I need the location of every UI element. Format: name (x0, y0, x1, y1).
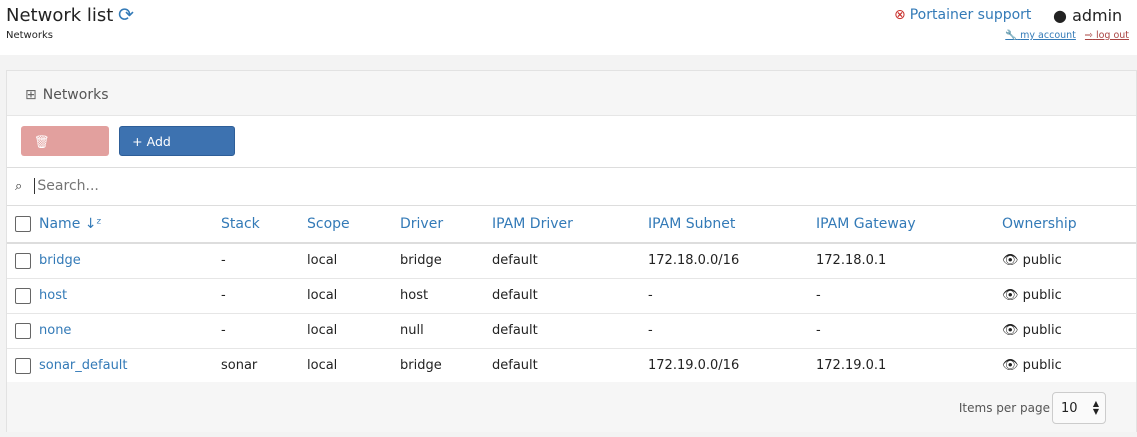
table-row: bridge - local bridge default 172.18.0.0/16 17… (7, 243, 1136, 279)
cell-ipam-driver: default (492, 348, 648, 384)
ownership-label: public (1022, 288, 1062, 303)
cell-scope: local (307, 278, 400, 314)
cell-ipam-driver: default (492, 243, 648, 279)
cell-ipam-subnet: 172.19.0.0/16 (648, 348, 816, 384)
remove-button[interactable]: 🗑 Remove (21, 126, 109, 179)
row-checkbox[interactable] (15, 357, 31, 374)
cell-driver: bridge (400, 348, 492, 384)
column-ipam-subnet[interactable]: IPAM Subnet (648, 206, 816, 244)
row-checkbox[interactable] (15, 322, 31, 339)
page-title: Network list (6, 5, 114, 26)
eye-icon: 👁 (1002, 358, 1019, 373)
cell-ipam-gateway: - (816, 278, 1002, 314)
cell-driver: bridge (400, 243, 492, 279)
networks-widget: ⊞ Networks 🗑 Remove + Add network ⌕ Name … (6, 70, 1137, 432)
cell-driver: null (400, 313, 492, 349)
life-ring-icon: ⊗ (894, 7, 906, 23)
column-ipam-gateway[interactable]: IPAM Gateway (816, 206, 1002, 244)
cell-ownership: 👁 public (1002, 313, 1136, 349)
ownership-label: public (1022, 358, 1062, 373)
column-stack[interactable]: Stack (221, 206, 307, 244)
cell-ipam-gateway: - (816, 313, 1002, 349)
support-label: Portainer support (909, 7, 1032, 23)
sitemap-icon: ⊞ (25, 87, 37, 103)
trash-icon: 🗑 (34, 134, 50, 149)
column-label: Name (39, 216, 81, 232)
table-row: host - local host default - - 👁 public (7, 278, 1136, 314)
my-account-label: my account (1020, 30, 1076, 41)
log-out-link[interactable]: ⇨ log out (1085, 30, 1129, 41)
widget-header: ⊞ Networks (7, 71, 1136, 116)
row-checkbox[interactable] (15, 252, 31, 269)
cell-scope: local (307, 243, 400, 279)
cell-stack: - (221, 243, 307, 279)
cell-scope: local (307, 348, 400, 384)
cell-ipam-subnet: - (648, 313, 816, 349)
breadcrumb: Networks (6, 30, 53, 41)
cell-stack: - (221, 278, 307, 314)
cell-scope: local (307, 313, 400, 349)
column-name[interactable]: Name ↓ᶻ (39, 206, 221, 244)
add-network-button[interactable]: + Add network (119, 126, 236, 179)
items-per-page-value: 10 (1061, 401, 1078, 416)
cell-ipam-gateway: 172.19.0.1 (816, 348, 1002, 384)
table-footer: Items per page 10 ▲ ▼ (7, 382, 1136, 432)
cell-stack: - (221, 313, 307, 349)
search-icon: ⌕ (15, 179, 23, 194)
cell-ipam-subnet: 172.18.0.0/16 (648, 243, 816, 279)
eye-icon: 👁 (1002, 323, 1019, 338)
sign-out-icon: ⇨ (1084, 30, 1093, 41)
cell-ipam-driver: default (492, 313, 648, 349)
networks-table: Name ↓ᶻ Stack Scope Driver IPAM Driver I… (7, 206, 1136, 384)
ownership-label: public (1022, 323, 1062, 338)
user-name: ● admin (1053, 6, 1122, 25)
cell-ownership: 👁 public (1002, 278, 1136, 314)
log-out-label: log out (1095, 30, 1129, 41)
cell-ipam-gateway: 172.18.0.1 (816, 243, 1002, 279)
cell-driver: host (400, 278, 492, 314)
column-scope[interactable]: Scope (307, 206, 400, 244)
cell-ownership: 👁 public (1002, 243, 1136, 279)
column-driver[interactable]: Driver (400, 206, 492, 244)
user-label: admin (1072, 6, 1123, 25)
page-header: Network list ⟳ Networks ⊗ Portainer suppo… (0, 0, 1137, 55)
table-row: none - local null default - - 👁 public (7, 313, 1136, 349)
items-per-page-select[interactable]: 10 ▲ ▼ (1052, 392, 1106, 424)
table-row: sonar_default sonar local bridge default 172.… (7, 348, 1136, 384)
eye-icon: 👁 (1002, 253, 1019, 269)
cell-ownership: 👁 public (1002, 348, 1136, 384)
sort-alpha-icon: ↓ᶻ (84, 216, 102, 232)
search-bar: ⌕ (7, 167, 1136, 206)
row-checkbox[interactable] (15, 287, 31, 304)
column-ownership[interactable]: Ownership (1002, 206, 1136, 244)
search-input[interactable] (34, 178, 435, 194)
ownership-label: public (1022, 253, 1062, 269)
network-name-link[interactable]: bridge (39, 253, 81, 268)
cell-ipam-subnet: - (648, 278, 816, 314)
eye-icon: 👁 (1002, 288, 1019, 303)
network-name-link[interactable]: sonar_default (39, 358, 128, 373)
column-ipam-driver[interactable]: IPAM Driver (492, 206, 648, 244)
select-all-checkbox[interactable] (15, 216, 31, 232)
plus-icon: + (132, 134, 143, 149)
cell-ipam-driver: default (492, 278, 648, 314)
wrench-icon: 🔧 (1005, 30, 1018, 41)
cell-stack: sonar (221, 348, 307, 384)
support-link[interactable]: ⊗ Portainer support (894, 7, 1031, 23)
refresh-icon[interactable]: ⟳ (118, 4, 134, 26)
my-account-link[interactable]: 🔧 my account (1005, 30, 1076, 41)
select-arrows-icon: ▲ ▼ (1092, 399, 1099, 416)
widget-title: Networks (42, 87, 109, 103)
network-name-link[interactable]: none (39, 323, 71, 338)
items-per-page-label: Items per page (958, 401, 1050, 415)
user-icon: ● (1053, 6, 1067, 25)
network-name-link[interactable]: host (39, 288, 67, 303)
